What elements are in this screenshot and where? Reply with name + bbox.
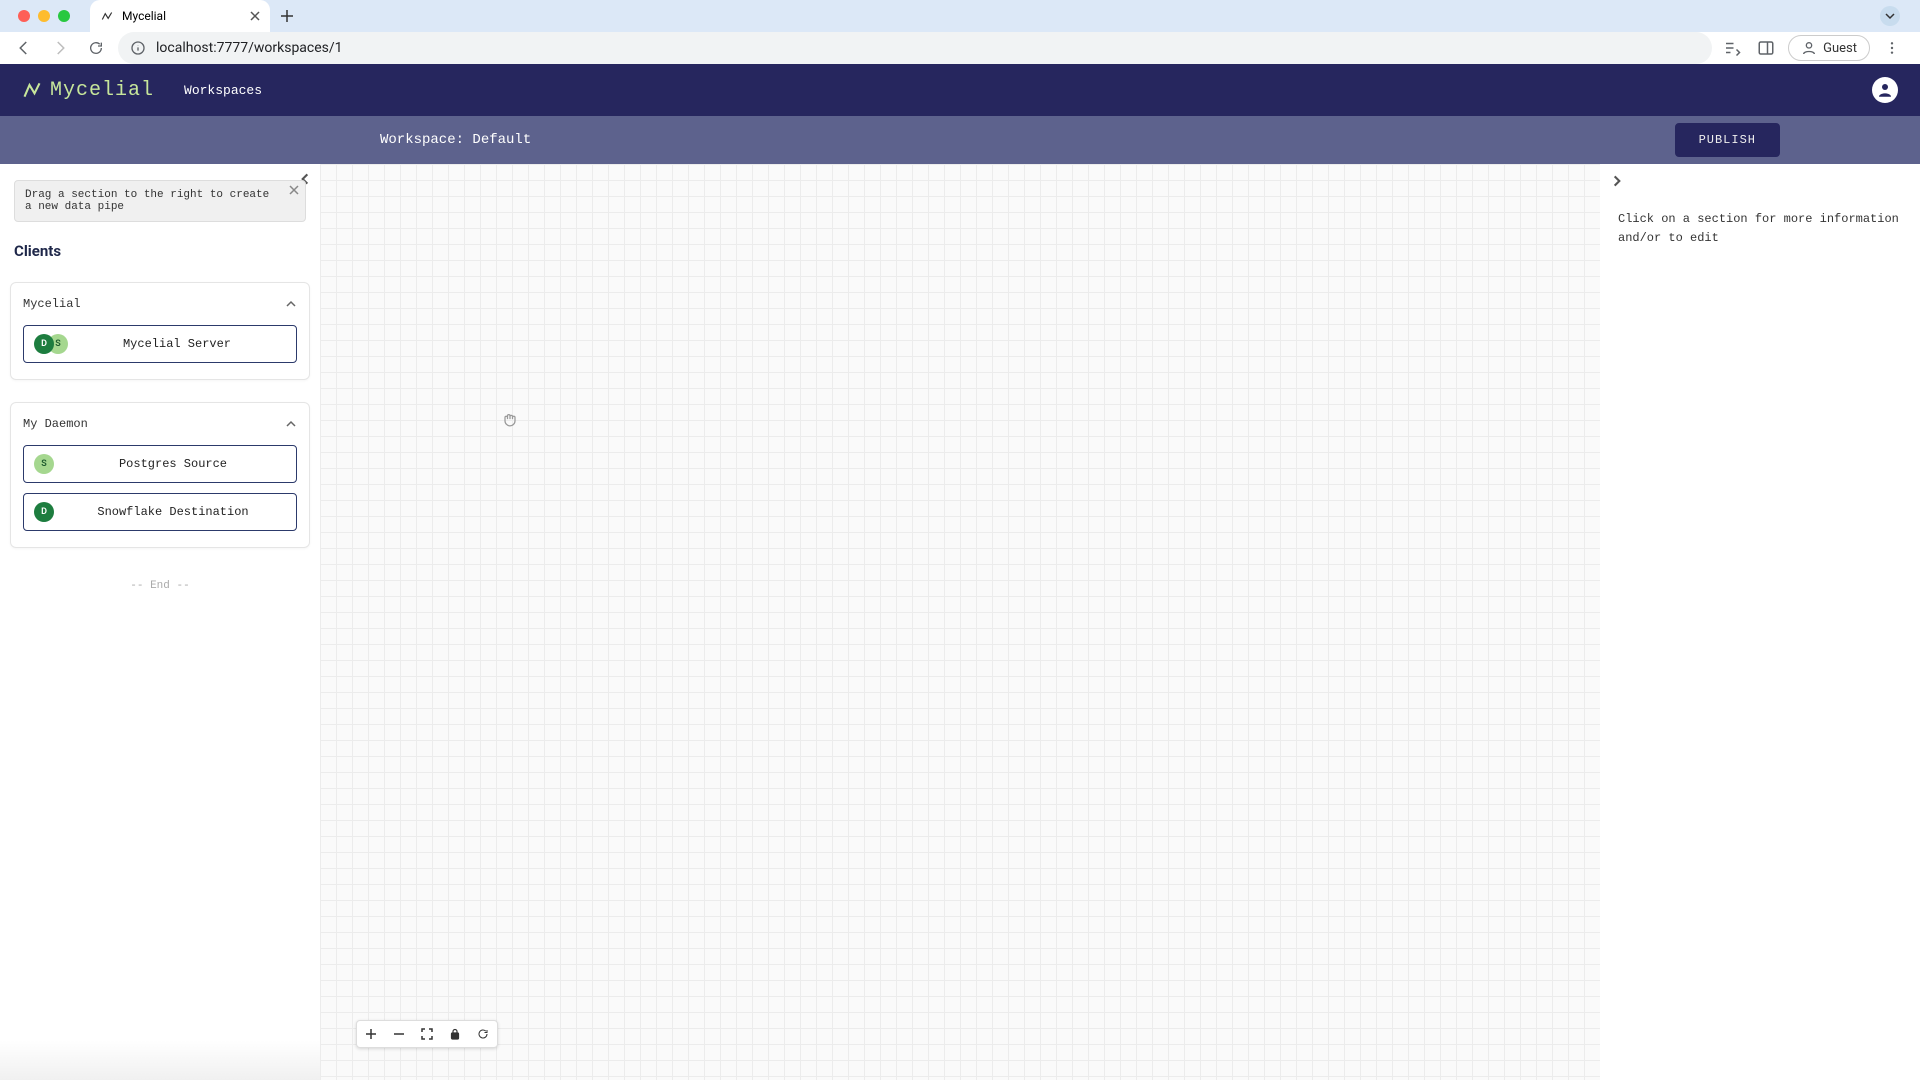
url-text: localhost:7777/workspaces/1 — [156, 40, 343, 56]
tab-close-icon[interactable] — [250, 11, 260, 21]
node-snowflake-destination[interactable]: D Snowflake Destination — [23, 493, 297, 531]
nav-workspaces[interactable]: Workspaces — [184, 83, 262, 98]
browser-chrome: Mycelial localhost:7777/workspa — [0, 0, 1920, 64]
profile-chip[interactable]: Guest — [1788, 35, 1870, 61]
chevron-up-icon — [285, 418, 297, 430]
grab-cursor-icon — [500, 410, 520, 430]
chevron-up-icon — [285, 298, 297, 310]
node-label: Snowflake Destination — [60, 505, 286, 519]
canvas-controls — [356, 1020, 498, 1048]
zoom-out-button[interactable] — [385, 1020, 413, 1048]
media-controls-icon[interactable] — [1720, 36, 1744, 60]
badge-pair: D S — [34, 334, 62, 354]
forward-button[interactable] — [46, 34, 74, 62]
node-mycelial-server[interactable]: D S Mycelial Server — [23, 325, 297, 363]
node-label: Mycelial Server — [68, 337, 286, 351]
window-zoom-button[interactable] — [58, 10, 70, 22]
lock-button[interactable] — [441, 1020, 469, 1048]
client-group-my-daemon: My Daemon S Postgres Source D Snowflake … — [10, 402, 310, 548]
clients-heading: Clients — [14, 242, 306, 260]
right-panel: Click on a section for more information … — [1600, 164, 1920, 1080]
workspace-title: Workspace: Default — [380, 132, 531, 148]
left-panel: Drag a section to the right to create a … — [0, 164, 320, 1080]
tab-bar: Mycelial — [0, 0, 1920, 32]
profile-label: Guest — [1823, 41, 1857, 56]
source-badge: S — [34, 454, 54, 474]
collapse-right-button[interactable] — [1610, 174, 1624, 188]
window-minimize-button[interactable] — [38, 10, 50, 22]
group-title: Mycelial — [23, 297, 81, 311]
reload-button[interactable] — [82, 34, 110, 62]
main-area: Drag a section to the right to create a … — [0, 164, 1920, 1080]
destination-badge: D — [34, 502, 54, 522]
group-title: My Daemon — [23, 417, 88, 431]
node-label: Postgres Source — [60, 457, 286, 471]
client-group-mycelial: Mycelial D S Mycelial Server — [10, 282, 310, 380]
reset-button[interactable] — [469, 1020, 497, 1048]
sub-header: Workspace: Default PUBLISH — [0, 116, 1920, 164]
new-tab-button[interactable] — [280, 9, 294, 23]
user-avatar[interactable] — [1872, 77, 1898, 103]
url-input[interactable]: localhost:7777/workspaces/1 — [118, 32, 1712, 64]
fit-view-button[interactable] — [413, 1020, 441, 1048]
address-bar: localhost:7777/workspaces/1 Guest — [0, 32, 1920, 64]
hint-close-icon[interactable] — [289, 185, 299, 195]
site-info-icon[interactable] — [130, 40, 146, 56]
group-header[interactable]: Mycelial — [23, 297, 297, 311]
app-header: Mycelial Workspaces — [0, 64, 1920, 116]
hint-text: Drag a section to the right to create a … — [25, 189, 269, 213]
node-postgres-source[interactable]: S Postgres Source — [23, 445, 297, 483]
right-panel-info: Click on a section for more information … — [1618, 210, 1902, 248]
publish-button[interactable]: PUBLISH — [1675, 123, 1780, 157]
tabs-dropdown-button[interactable] — [1880, 6, 1900, 26]
group-header[interactable]: My Daemon — [23, 417, 297, 431]
zoom-in-button[interactable] — [357, 1020, 385, 1048]
end-marker: -- End -- — [0, 580, 320, 592]
logo-mark-icon — [22, 80, 42, 100]
tab-title: Mycelial — [122, 9, 166, 23]
kebab-menu-icon[interactable] — [1880, 36, 1904, 60]
canvas-area[interactable] — [320, 164, 1600, 1080]
hint-banner: Drag a section to the right to create a … — [14, 180, 306, 222]
favicon-icon — [100, 9, 114, 23]
back-button[interactable] — [10, 34, 38, 62]
brand-text: Mycelial — [50, 79, 154, 102]
side-panel-icon[interactable] — [1754, 36, 1778, 60]
browser-tab[interactable]: Mycelial — [90, 0, 270, 32]
brand-logo[interactable]: Mycelial — [22, 79, 154, 102]
destination-badge: D — [34, 334, 54, 354]
window-controls — [8, 10, 80, 22]
window-close-button[interactable] — [18, 10, 30, 22]
